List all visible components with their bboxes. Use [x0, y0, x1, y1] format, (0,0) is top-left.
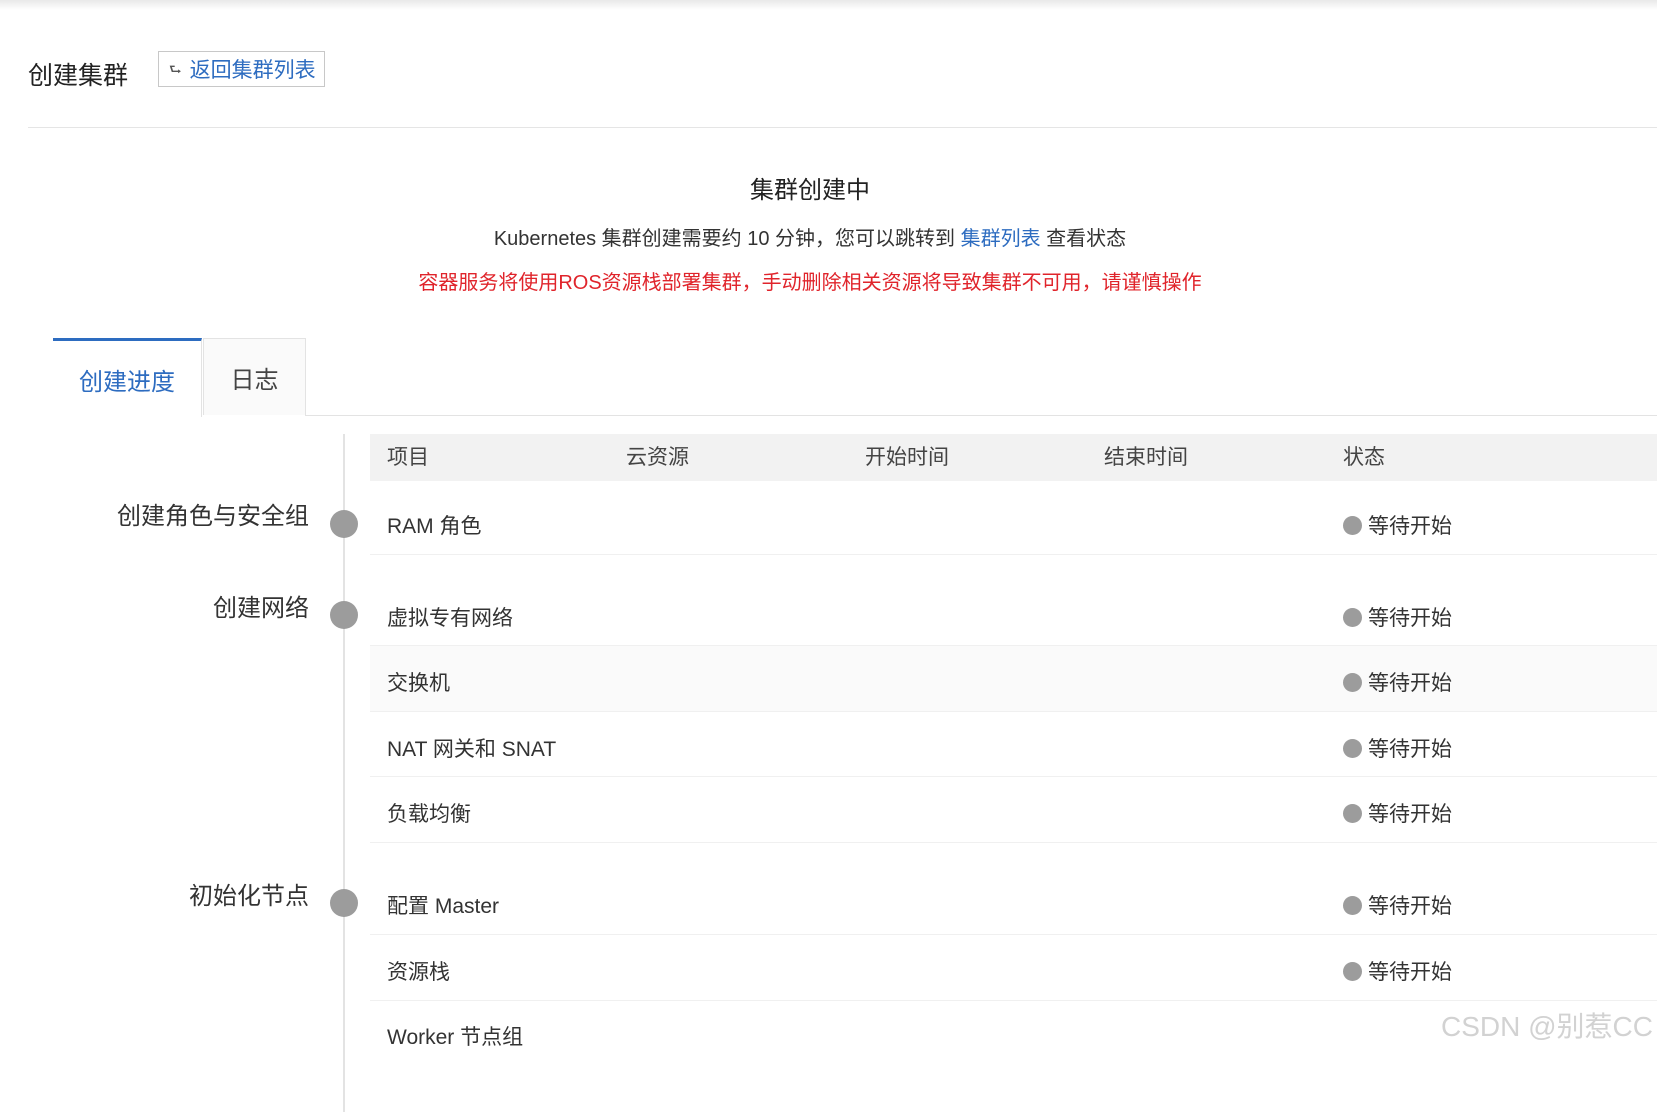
- status-dot-icon: [1343, 961, 1362, 981]
- tabs-divider: [305, 415, 1657, 416]
- row-status-text: 等待开始: [1368, 803, 1452, 826]
- status-dot-icon: [1343, 515, 1362, 535]
- row-name: 配置 Master: [387, 895, 500, 918]
- page: 创建集群 ⮑ 返回集群列表 集群创建中 Kubernetes 集群创建需要约 1…: [0, 0, 1657, 1112]
- tab-logs[interactable]: 日志: [203, 338, 306, 415]
- column-header-item: 项目: [387, 446, 429, 469]
- row-status: 等待开始: [1343, 890, 1452, 920]
- upload-arrow-icon: ⮑: [169, 61, 182, 77]
- row-status: 等待开始: [1343, 798, 1452, 828]
- page-header: 创建集群 ⮑ 返回集群列表: [28, 46, 325, 92]
- column-header-status: 状态: [1343, 446, 1385, 469]
- stage-dot-icon: [330, 889, 358, 917]
- status-dot-icon: [1343, 895, 1362, 915]
- column-header-cloud-resource: 云资源: [626, 446, 689, 469]
- row-name: 虚拟专有网络: [387, 607, 513, 630]
- row-status-text: 等待开始: [1368, 895, 1452, 918]
- column-header-start-time: 开始时间: [865, 446, 949, 469]
- status-dot-icon: [1343, 738, 1362, 758]
- stage-dot-icon: [330, 510, 358, 538]
- stage-label-roles-security: 创建角色与安全组: [117, 503, 309, 530]
- row-status: 等待开始: [1343, 602, 1452, 632]
- watermark: CSDN @别惹CC: [1441, 1011, 1653, 1042]
- status-dot-icon: [1343, 607, 1362, 627]
- status-title: 集群创建中: [750, 177, 870, 204]
- table-row: 虚拟专有网络 等待开始: [370, 583, 1657, 646]
- row-name: 负载均衡: [387, 803, 471, 826]
- row-status-text: 等待开始: [1368, 515, 1452, 538]
- back-to-cluster-list-button[interactable]: ⮑ 返回集群列表: [158, 51, 325, 87]
- table-row: 配置 Master 等待开始: [370, 870, 1657, 935]
- column-header-end-time: 结束时间: [1104, 446, 1188, 469]
- status-warning: 容器服务将使用ROS资源栈部署集群，手动删除相关资源将导致集群不可用，请谨慎操作: [418, 272, 1202, 294]
- row-status: 等待开始: [1343, 956, 1452, 986]
- table-row: RAM 角色 等待开始: [370, 490, 1657, 555]
- stage-label-init-nodes: 初始化节点: [189, 883, 309, 910]
- row-status: 等待开始: [1343, 510, 1452, 540]
- row-name: Worker 节点组: [387, 1026, 524, 1049]
- status-description: Kubernetes 集群创建需要约 10 分钟，您可以跳转到 集群列表 查看状…: [0, 222, 1620, 251]
- page-title: 创建集群: [28, 62, 129, 90]
- back-button-label: 返回集群列表: [189, 59, 316, 82]
- cluster-list-link[interactable]: 集群列表: [961, 228, 1041, 250]
- row-name: RAM 角色: [387, 515, 482, 538]
- table-row: 负载均衡 等待开始: [370, 777, 1657, 843]
- table-row: 资源栈 等待开始: [370, 935, 1657, 1001]
- status-desc-suffix: 查看状态: [1040, 228, 1127, 250]
- stage-dot-icon: [330, 601, 358, 629]
- status-dot-icon: [1343, 672, 1362, 692]
- row-status: 等待开始: [1343, 733, 1452, 763]
- table-row: NAT 网关和 SNAT 等待开始: [370, 712, 1657, 777]
- row-status-text: 等待开始: [1368, 961, 1452, 984]
- status-desc-prefix: Kubernetes 集群创建需要约 10 分钟，您可以跳转到: [493, 228, 961, 250]
- stage-label-network: 创建网络: [213, 595, 309, 622]
- row-name: NAT 网关和 SNAT: [387, 738, 557, 761]
- status-dot-icon: [1343, 803, 1362, 823]
- row-name: 资源栈: [387, 961, 450, 984]
- tab-bar: 创建进度 日志: [53, 338, 306, 417]
- row-status-text: 等待开始: [1368, 607, 1452, 630]
- table-header: 项目 云资源 开始时间 结束时间 状态: [370, 434, 1657, 481]
- row-status-text: 等待开始: [1368, 672, 1452, 695]
- row-status-text: 等待开始: [1368, 738, 1452, 761]
- row-status: 等待开始: [1343, 667, 1452, 697]
- tab-create-progress[interactable]: 创建进度: [53, 338, 202, 417]
- top-shadow: [0, 0, 1657, 10]
- row-name: 交换机: [387, 672, 450, 695]
- table-row: 交换机 等待开始: [370, 646, 1657, 712]
- header-divider: [28, 127, 1657, 128]
